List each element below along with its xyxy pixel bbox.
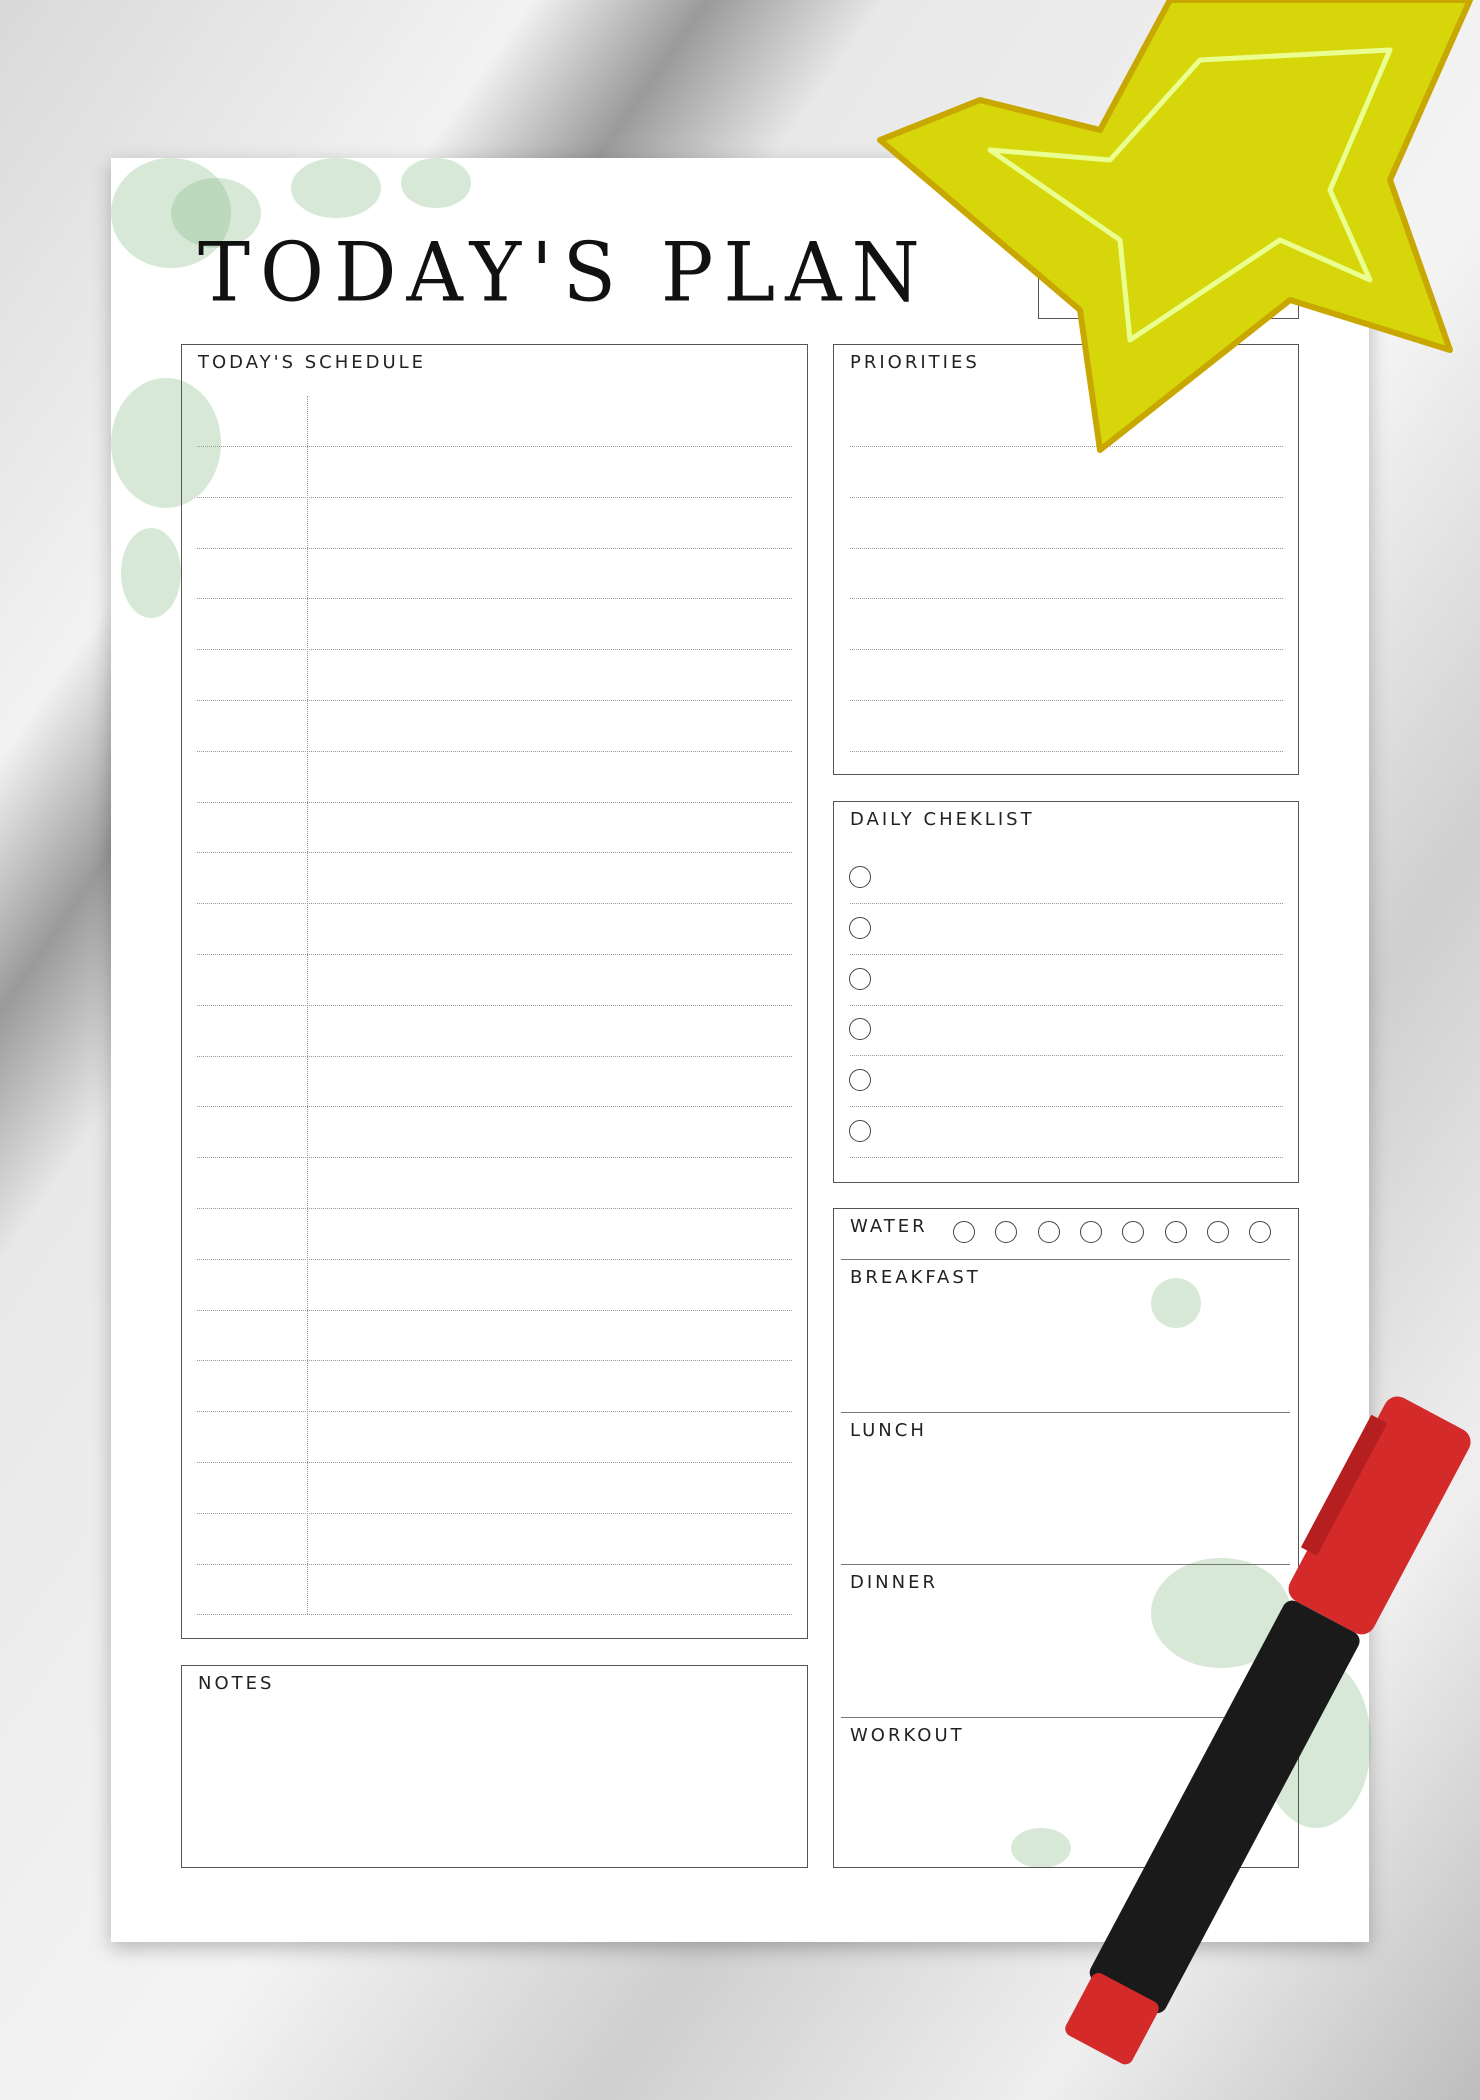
checkbox-circle[interactable]: [849, 967, 871, 990]
checklist-row-line[interactable]: [850, 1004, 1283, 1006]
priority-row-line[interactable]: [850, 496, 1283, 498]
priority-row-line[interactable]: [850, 649, 1283, 651]
checkbox-circle[interactable]: [849, 916, 871, 939]
leaf-decoration: [121, 528, 181, 618]
priority-row-line[interactable]: [850, 547, 1283, 549]
schedule-row-line[interactable]: [197, 750, 792, 752]
time-column-divider: [307, 396, 308, 1614]
schedule-row-line[interactable]: [197, 1512, 792, 1514]
schedule-section: [181, 344, 808, 1639]
water-glass-circle[interactable]: [1164, 1221, 1187, 1243]
breakfast-label: BREAKFAST: [850, 1267, 981, 1288]
schedule-row-line[interactable]: [197, 1563, 792, 1565]
water-glass-circle[interactable]: [1079, 1221, 1102, 1243]
leaf-decoration: [401, 158, 471, 208]
notes-label: NOTES: [198, 1673, 275, 1694]
workout-label: WORKOUT: [850, 1725, 965, 1746]
schedule-row-line[interactable]: [197, 903, 792, 905]
water-label: WATER: [850, 1216, 928, 1237]
water-glass-circle[interactable]: [1206, 1221, 1229, 1243]
divider: [841, 1259, 1290, 1260]
schedule-row-line[interactable]: [197, 1309, 792, 1311]
schedule-row-line[interactable]: [197, 1106, 792, 1108]
schedule-row-line[interactable]: [197, 598, 792, 600]
checkbox-circle[interactable]: [849, 1120, 871, 1142]
schedule-row-line[interactable]: [197, 1055, 792, 1057]
schedule-row-line[interactable]: [197, 801, 792, 803]
checklist-row-line[interactable]: [850, 953, 1283, 955]
star-tray-icon: [877, 0, 1473, 453]
water-glass-circle[interactable]: [1037, 1221, 1060, 1243]
leaf-decoration: [291, 158, 381, 218]
schedule-row-line[interactable]: [197, 496, 792, 498]
water-glass-circle[interactable]: [953, 1221, 975, 1243]
checklist-section: [833, 801, 1299, 1183]
checklist-row-line[interactable]: [850, 1106, 1283, 1108]
schedule-row-line[interactable]: [197, 1462, 792, 1463]
page-title: TODAY'S PLAN: [198, 225, 930, 321]
schedule-row-line[interactable]: [197, 446, 792, 447]
lunch-label: LUNCH: [850, 1420, 927, 1441]
schedule-row-line[interactable]: [197, 547, 792, 549]
priority-row-line[interactable]: [850, 750, 1283, 752]
marker-pen-icon: [1065, 1396, 1471, 2065]
schedule-label: TODAY'S SCHEDULE: [198, 352, 427, 373]
schedule-row-line[interactable]: [197, 700, 792, 701]
checklist-row-line[interactable]: [850, 1055, 1283, 1057]
schedule-row-line[interactable]: [197, 1360, 792, 1362]
checkbox-circle[interactable]: [849, 866, 871, 888]
checklist-label: DAILY CHEKLIST: [850, 809, 1035, 830]
schedule-row-line[interactable]: [197, 1157, 792, 1159]
priority-row-line[interactable]: [850, 598, 1283, 600]
priority-row-line[interactable]: [850, 700, 1283, 701]
checklist-row-line[interactable]: [850, 903, 1283, 904]
schedule-row-line[interactable]: [197, 954, 792, 955]
schedule-row-line[interactable]: [197, 1614, 792, 1616]
schedule-row-line[interactable]: [197, 1258, 792, 1260]
schedule-row-line[interactable]: [197, 852, 792, 854]
schedule-row-line[interactable]: [197, 1004, 792, 1006]
schedule-row-line[interactable]: [197, 649, 792, 651]
schedule-row-line[interactable]: [197, 1411, 792, 1413]
notes-section[interactable]: [181, 1665, 808, 1868]
water-glass-circle[interactable]: [1249, 1221, 1272, 1243]
checklist-row-line[interactable]: [850, 1157, 1283, 1158]
schedule-row-line[interactable]: [197, 1208, 792, 1209]
dinner-label: DINNER: [850, 1572, 938, 1593]
